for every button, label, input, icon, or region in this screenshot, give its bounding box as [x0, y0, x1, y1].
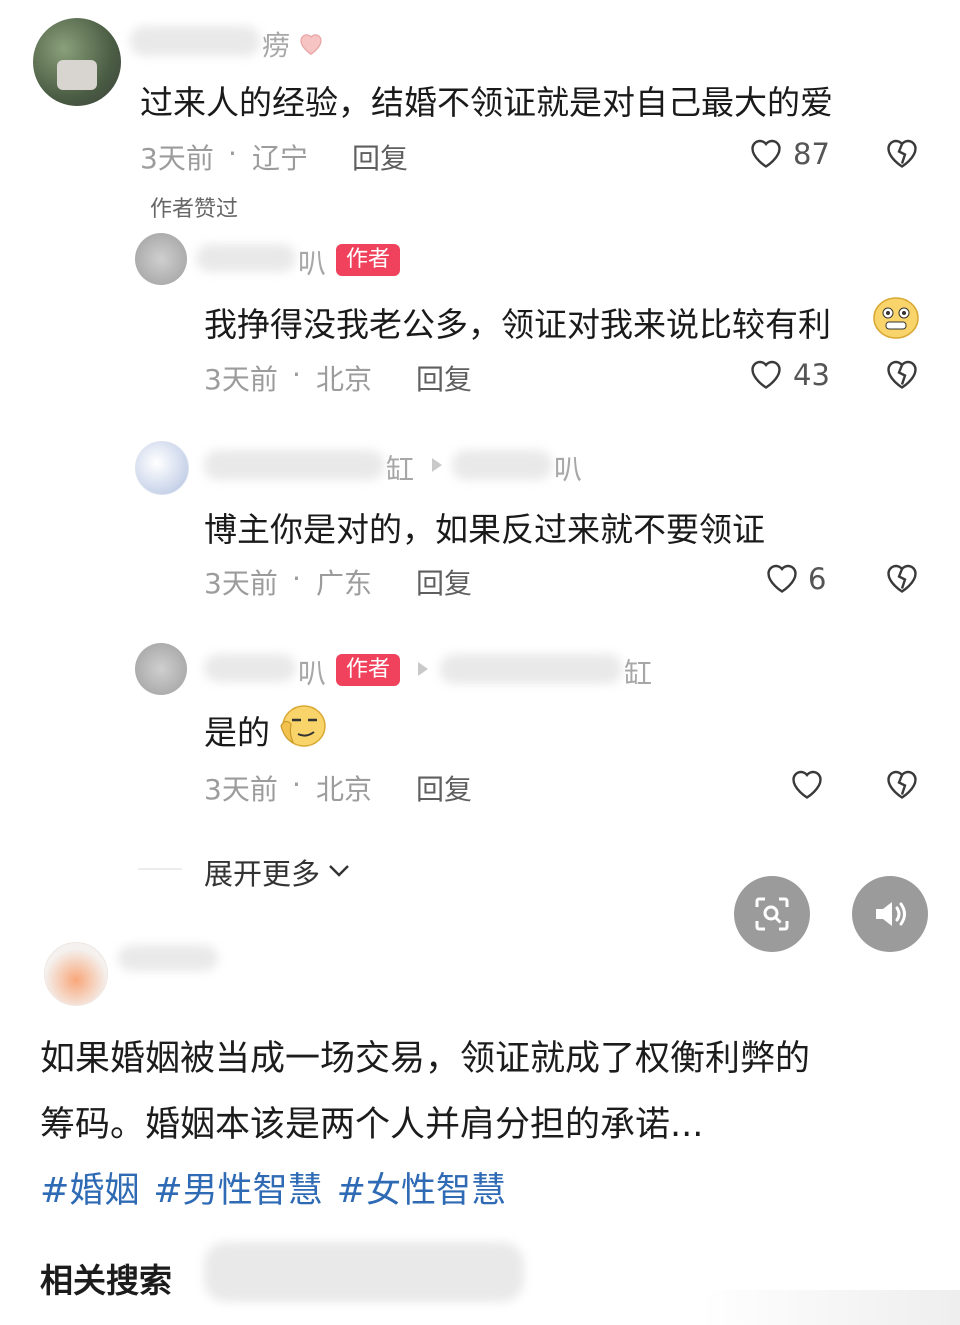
comment-time: 3天前	[140, 142, 214, 175]
reply-button[interactable]: 回复	[416, 768, 472, 808]
reply-arrow-icon	[418, 662, 428, 676]
broken-heart-icon[interactable]	[884, 767, 920, 801]
username-blurred	[118, 945, 218, 971]
broken-heart-icon[interactable]	[884, 561, 920, 595]
comment-location: 北京	[316, 773, 373, 806]
expand-divider	[138, 868, 182, 870]
comment-text: 博主你是对的，如果反过来就不要领证	[204, 510, 765, 549]
post-text-line-2: 筹码。婚姻本该是两个人并肩分担的承诺...	[40, 1105, 704, 1145]
meta-separator: ·	[292, 562, 301, 595]
related-search-label: 相关搜索	[40, 1261, 172, 1300]
like-count: 87	[793, 137, 830, 171]
username-tail: 痨	[262, 29, 291, 62]
heart-outline-icon[interactable]	[764, 561, 800, 595]
username-tail: 叭	[298, 247, 327, 280]
comment-location: 辽宁	[252, 142, 309, 175]
comment-location: 广东	[316, 567, 373, 600]
comment-text: 是的	[204, 713, 270, 752]
like-count: 6	[808, 562, 827, 596]
meta-separator: ·	[292, 768, 301, 801]
image-search-button[interactable]	[734, 876, 810, 952]
comment-text: 过来人的经验，结婚不领证就是对自己最大的爱	[140, 83, 833, 122]
avatar[interactable]	[135, 441, 189, 495]
username-tail: 缸	[386, 453, 415, 486]
chevron-down-icon	[326, 860, 352, 884]
reply-button[interactable]: 回复	[416, 562, 472, 602]
speaker-icon	[870, 894, 910, 938]
smirk-emoji-icon	[278, 702, 328, 748]
grinning-emoji-icon	[872, 296, 920, 340]
sound-button[interactable]	[852, 876, 928, 952]
comment-time: 3天前	[204, 773, 278, 806]
heart-outline-icon[interactable]	[748, 357, 784, 391]
reply-to-username-blurred	[440, 654, 622, 684]
reply-arrow-icon	[432, 458, 442, 472]
comment-location: 北京	[316, 363, 373, 396]
meta-separator: ·	[228, 137, 237, 170]
post-text-line-1: 如果婚姻被当成一场交易，领证就成了权衡利弊的	[40, 1039, 811, 1079]
username-blurred	[204, 654, 296, 682]
hashtag-row: #婚姻 #男性智慧 #女性智慧	[40, 1162, 506, 1213]
reply-to-username-blurred	[452, 450, 552, 480]
heart-outline-icon[interactable]	[789, 767, 825, 801]
heart-emoji-icon	[296, 28, 326, 58]
username-blurred	[196, 244, 296, 272]
reply-button[interactable]: 回复	[416, 358, 472, 398]
avatar[interactable]	[135, 643, 187, 695]
author-liked-label: 作者赞过	[150, 197, 239, 222]
broken-heart-icon[interactable]	[884, 357, 920, 391]
like-count: 43	[793, 358, 830, 392]
reply-to-username-tail: 叭	[554, 453, 583, 486]
reply-button[interactable]: 回复	[352, 137, 408, 177]
comment-time: 3天前	[204, 567, 278, 600]
meta-separator: ·	[292, 358, 301, 391]
expand-more-button[interactable]: 展开更多	[204, 851, 352, 893]
hashtag-marriage[interactable]: #婚姻	[40, 1162, 139, 1213]
hashtag-female-wisdom[interactable]: #女性智慧	[337, 1162, 506, 1213]
bottom-fade	[700, 1290, 960, 1325]
username-tail: 叭	[298, 657, 327, 690]
related-search-blurred[interactable]	[204, 1242, 524, 1302]
image-search-icon	[752, 894, 792, 938]
comment-time: 3天前	[204, 363, 278, 396]
reply-to-username-tail: 缸	[624, 657, 653, 690]
username-blurred	[204, 450, 384, 480]
username-blurred	[130, 26, 260, 56]
avatar[interactable]	[33, 18, 121, 106]
author-tag: 作者	[336, 244, 401, 276]
heart-outline-icon[interactable]	[748, 136, 784, 170]
hashtag-male-wisdom[interactable]: #男性智慧	[153, 1162, 322, 1213]
avatar[interactable]	[44, 942, 108, 1006]
author-tag: 作者	[336, 654, 401, 686]
avatar[interactable]	[135, 233, 187, 285]
broken-heart-icon[interactable]	[884, 136, 920, 170]
comment-text: 我挣得没我老公多，领证对我来说比较有利	[204, 305, 831, 344]
expand-more-label: 展开更多	[204, 857, 321, 891]
